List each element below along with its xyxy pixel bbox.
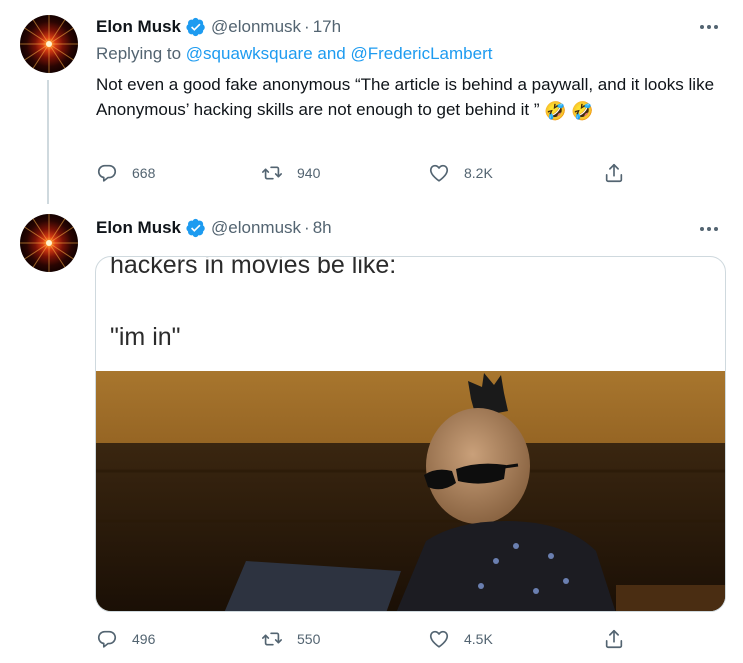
- reply-icon: [97, 630, 117, 648]
- author-handle[interactable]: @elonmusk: [211, 218, 301, 238]
- like-button[interactable]: 8.2K: [428, 162, 493, 184]
- more-options-icon[interactable]: [697, 219, 721, 239]
- and-text: and: [312, 44, 351, 63]
- separator-dot: ·: [304, 17, 310, 36]
- meme-caption-line-2: "im in": [110, 323, 181, 351]
- reply-count: 496: [132, 631, 156, 647]
- retweet-button[interactable]: 550: [261, 628, 320, 650]
- like-count: 8.2K: [464, 165, 493, 181]
- replying-to: Replying to @squawksquare and @FredericL…: [96, 44, 492, 64]
- heart-icon: [429, 164, 449, 182]
- heart-icon: [429, 630, 449, 648]
- avatar[interactable]: [20, 15, 78, 73]
- verified-badge-icon: [186, 17, 205, 37]
- tweet-reply[interactable]: Elon Musk @elonmusk · 17h Replying to @s…: [0, 0, 743, 200]
- retweet-button[interactable]: 940: [261, 162, 320, 184]
- reply-count: 668: [132, 165, 156, 181]
- replying-prefix: Replying to: [96, 44, 186, 63]
- avatar[interactable]: [20, 214, 78, 272]
- like-count: 4.5K: [464, 631, 493, 647]
- rofl-emoji: 🤣: [544, 101, 567, 121]
- tweet-text-content: Not even a good fake anonymous “The arti…: [96, 75, 715, 119]
- mention-link[interactable]: @squawksquare: [186, 44, 313, 63]
- share-icon: [605, 629, 623, 649]
- hacker-photo: [96, 371, 725, 611]
- retweet-count: 940: [297, 165, 321, 181]
- meme-caption-line-1: hackers in movies be like:: [110, 256, 397, 279]
- reply-button[interactable]: 496: [96, 628, 155, 650]
- mention-link[interactable]: @FredericLambert: [350, 44, 492, 63]
- reply-icon: [97, 164, 117, 182]
- author-handle[interactable]: @elonmusk: [211, 17, 301, 37]
- author-name[interactable]: Elon Musk: [96, 17, 181, 37]
- tweet-time[interactable]: 17h: [313, 17, 341, 37]
- share-button[interactable]: [603, 628, 625, 650]
- tweet-media-image[interactable]: hackers in movies be like: "im in": [95, 256, 726, 612]
- tweet-actions: 668 940 8.2K: [96, 162, 636, 186]
- retweet-icon: [262, 166, 282, 180]
- tweet-main[interactable]: Elon Musk @elonmusk · 8h hackers in movi…: [0, 200, 743, 663]
- tweet-actions: 496 550 4.5K: [96, 628, 636, 652]
- verified-badge-icon: [186, 218, 205, 238]
- rofl-emoji: 🤣: [571, 101, 594, 121]
- share-icon: [605, 163, 623, 183]
- retweet-icon: [262, 632, 282, 646]
- tweet-thread: Elon Musk @elonmusk · 17h Replying to @s…: [0, 0, 743, 663]
- separator-dot: ·: [304, 218, 310, 237]
- reply-button[interactable]: 668: [96, 162, 155, 184]
- tweet-time[interactable]: 8h: [313, 218, 332, 238]
- tweet-header: Elon Musk @elonmusk · 17h: [96, 15, 341, 39]
- author-name[interactable]: Elon Musk: [96, 218, 181, 238]
- tweet-text: Not even a good fake anonymous “The arti…: [96, 72, 716, 122]
- tweet-header: Elon Musk @elonmusk · 8h: [96, 216, 332, 240]
- like-button[interactable]: 4.5K: [428, 628, 493, 650]
- more-options-icon[interactable]: [697, 17, 721, 37]
- retweet-count: 550: [297, 631, 321, 647]
- share-button[interactable]: [603, 162, 625, 184]
